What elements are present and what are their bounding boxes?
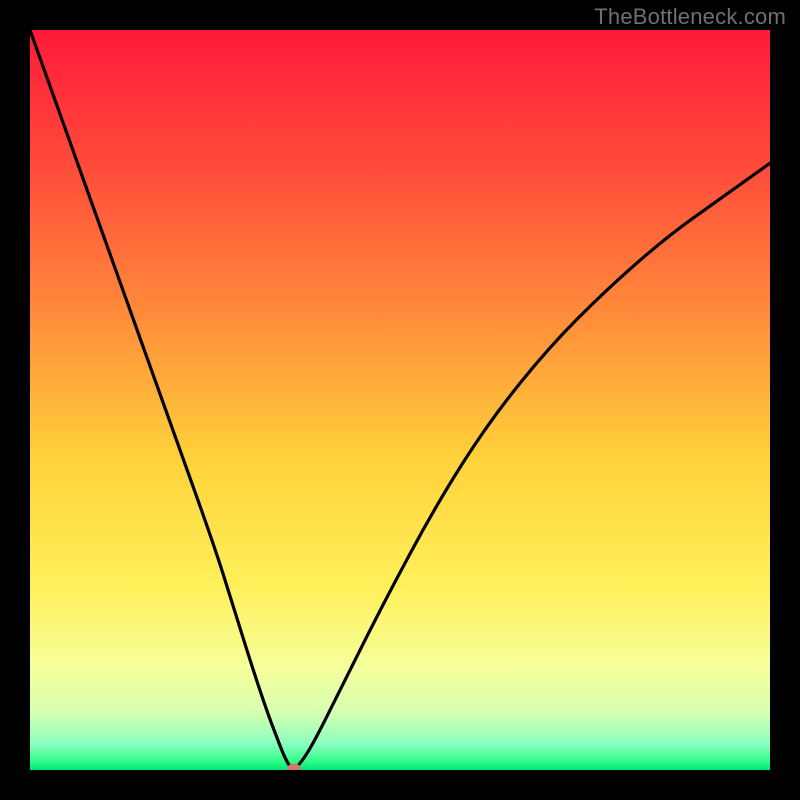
chart-frame: TheBottleneck.com [0,0,800,800]
bottleneck-curve [30,30,770,770]
watermark-text: TheBottleneck.com [594,4,786,30]
optimal-point-marker [287,763,301,770]
plot-area [30,30,770,770]
